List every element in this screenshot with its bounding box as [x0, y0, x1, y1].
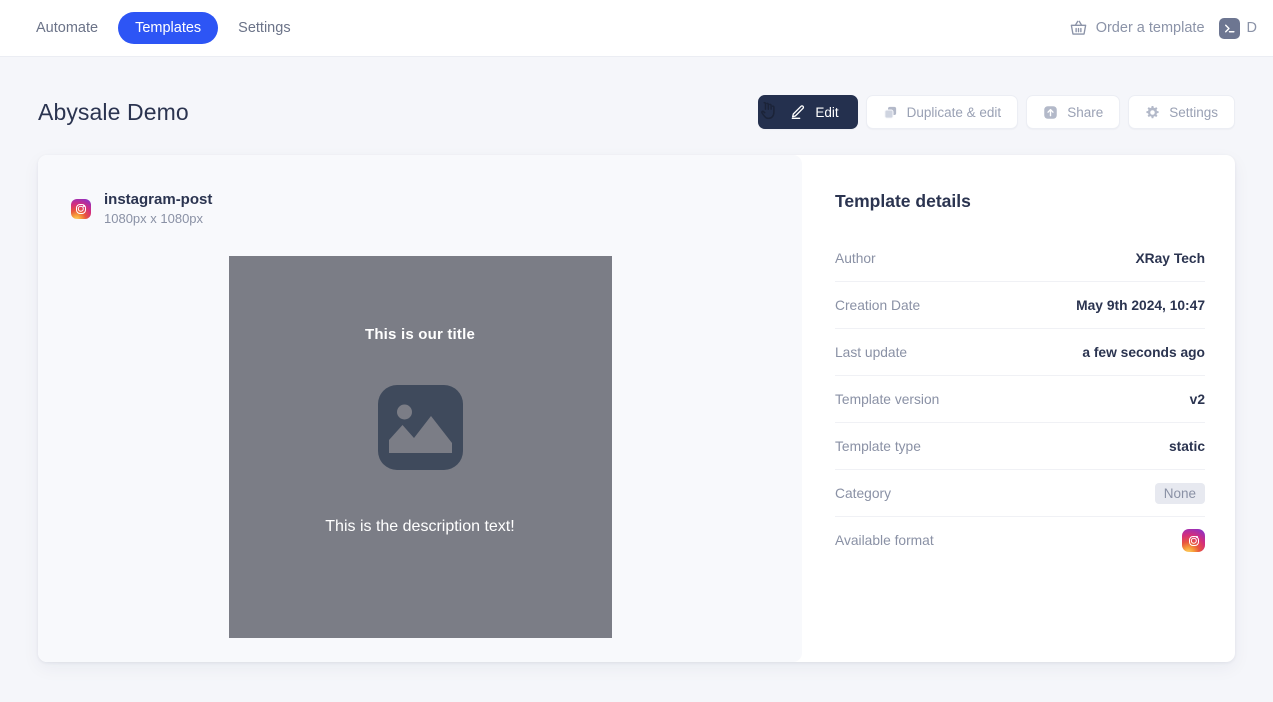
detail-value: a few seconds ago — [1082, 344, 1205, 360]
terminal-icon — [1218, 17, 1240, 39]
share-button-label: Share — [1067, 104, 1104, 120]
canvas-title-text: This is our title — [364, 325, 476, 343]
duplicate-and-edit-button[interactable]: Duplicate & edit — [865, 95, 1019, 129]
detail-value: May 9th 2024, 10:47 — [1076, 297, 1205, 313]
nav-item-templates[interactable]: Templates — [118, 11, 219, 45]
detail-row-creation-date: Creation Date May 9th 2024, 10:47 — [835, 282, 1205, 329]
preview-canvas-wrapper: This is our title This is the descriptio… — [38, 228, 802, 638]
available-format-instagram-icon[interactable] — [1182, 529, 1205, 552]
duplicate-icon — [883, 105, 898, 120]
top-navigation-bar: Automate Templates Settings Order a temp… — [0, 0, 1273, 57]
detail-label: Available format — [835, 533, 934, 548]
template-detail-card: instagram-post 1080px x 1080px This is o… — [38, 155, 1235, 662]
detail-value: XRay Tech — [1135, 250, 1205, 266]
detail-label: Creation Date — [835, 297, 921, 313]
image-placeholder-icon — [377, 384, 463, 470]
edit-button[interactable]: Edit — [758, 95, 858, 129]
detail-label: Last update — [835, 344, 908, 360]
category-badge: None — [1154, 482, 1205, 504]
detail-row-category: Category None — [835, 470, 1205, 517]
settings-button-label: Settings — [1169, 104, 1218, 120]
template-details-pane: Template details Author XRay Tech Creati… — [802, 155, 1235, 662]
canvas-description-text: This is the description text! — [325, 517, 515, 535]
template-details-heading: Template details — [835, 191, 971, 211]
detail-row-author: Author XRay Tech — [835, 235, 1205, 282]
detail-label: Category — [835, 485, 891, 501]
order-a-template-label: Order a template — [1095, 20, 1205, 36]
edit-button-label: Edit — [815, 104, 839, 120]
nav-item-settings[interactable]: Settings — [224, 13, 304, 44]
template-action-buttons: Edit Duplicate & edit Share Settings — [758, 95, 1235, 129]
detail-value: static — [1168, 438, 1205, 454]
detail-label: Template type — [835, 438, 921, 454]
detail-row-last-update: Last update a few seconds ago — [835, 329, 1205, 376]
order-a-template-link[interactable]: Order a template — [1069, 19, 1205, 38]
share-upload-icon — [1043, 105, 1058, 120]
primary-nav: Automate Templates Settings — [22, 11, 305, 45]
instagram-icon — [71, 198, 91, 219]
nav-right-group: Order a template D — [1069, 17, 1257, 39]
detail-row-template-version: Template version v2 — [835, 376, 1205, 423]
settings-button[interactable]: Settings — [1128, 95, 1235, 129]
page-body: Abysale Demo Edit Duplicate & edit Share… — [0, 57, 1273, 662]
detail-value: v2 — [1189, 391, 1205, 407]
preview-format-name: instagram-post — [104, 191, 213, 208]
preview-canvas[interactable]: This is our title This is the descriptio… — [228, 255, 612, 638]
nav-item-automate[interactable]: Automate — [22, 13, 112, 44]
console-button[interactable]: D — [1218, 17, 1257, 39]
preview-format-header: instagram-post 1080px x 1080px — [38, 177, 802, 228]
page-header: Abysale Demo Edit Duplicate & edit Share… — [38, 57, 1235, 155]
template-preview-pane: instagram-post 1080px x 1080px This is o… — [38, 155, 802, 662]
detail-row-template-type: Template type static — [835, 423, 1205, 470]
console-label: D — [1246, 20, 1257, 36]
detail-row-available-format: Available format — [835, 517, 1205, 564]
detail-label: Author — [835, 250, 876, 266]
page-title: Abysale Demo — [38, 98, 189, 125]
duplicate-and-edit-label: Duplicate & edit — [906, 104, 1002, 120]
gear-icon — [1145, 105, 1160, 120]
shopping-basket-icon — [1069, 19, 1088, 38]
detail-label: Template version — [835, 391, 940, 407]
pencil-icon — [790, 104, 806, 120]
share-button[interactable]: Share — [1026, 95, 1121, 129]
preview-format-size: 1080px x 1080px — [104, 211, 204, 227]
